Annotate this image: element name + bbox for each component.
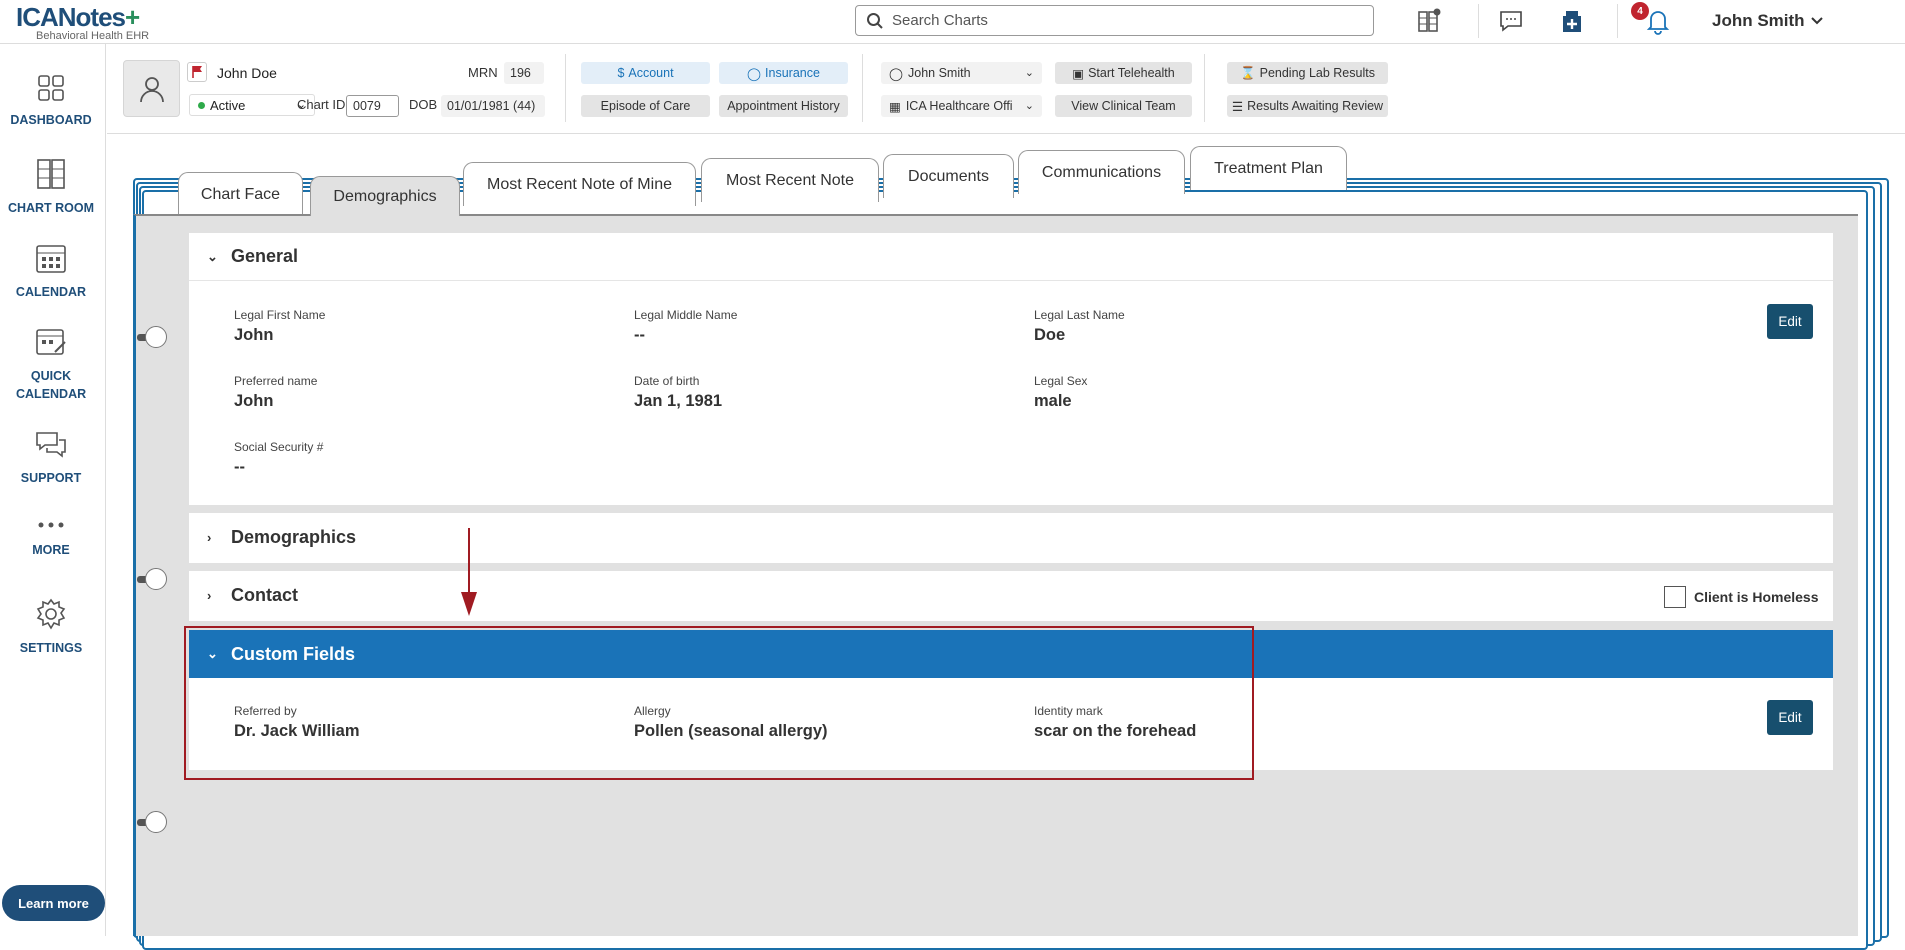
start-telehealth-button[interactable]: ▣ Start Telehealth — [1055, 62, 1192, 84]
checkbox[interactable] — [1664, 586, 1686, 608]
sidebar-item-dashboard[interactable]: DASHBOARD — [0, 74, 102, 129]
annotation-highlight-box — [184, 626, 1254, 780]
patient-header: John Doe Active ⌄ MRN 196 Chart ID 0079 … — [107, 44, 1905, 134]
edit-general-button[interactable]: Edit — [1767, 304, 1813, 339]
flag-icon[interactable] — [187, 62, 207, 82]
app-logo[interactable]: ICANotes+ Behavioral Health EHR — [16, 4, 149, 42]
bell-icon[interactable] — [1643, 6, 1673, 36]
binder-ring — [137, 810, 167, 834]
person-icon: ◯ — [889, 66, 903, 81]
tab-documents[interactable]: Documents — [883, 154, 1014, 198]
section-general-header[interactable]: ⌄ General — [189, 233, 1833, 281]
user-menu[interactable]: John Smith — [1712, 11, 1823, 31]
messages-icon[interactable] — [1496, 6, 1526, 36]
section-contact: › Contact — [189, 571, 1833, 621]
appointment-history-button[interactable]: Appointment History — [719, 95, 848, 117]
sidebar: DASHBOARD CHART ROOM CALENDAR QUICK CALE… — [0, 44, 106, 936]
chevron-right-icon: › — [207, 529, 212, 545]
dashboard-icon — [38, 75, 64, 101]
section-general: ⌄ General Legal First Name John Legal Mid… — [189, 233, 1833, 505]
tab-chart-face[interactable]: Chart Face — [178, 172, 303, 216]
building-icon: ▦ — [889, 99, 901, 114]
chart-cabinet-icon[interactable] — [1414, 6, 1444, 36]
logo-subtitle: Behavioral Health EHR — [36, 30, 150, 42]
search-icon — [867, 12, 883, 29]
hourglass-icon: ⌛ — [1240, 65, 1256, 80]
tab-communications[interactable]: Communications — [1018, 150, 1185, 194]
office-dropdown[interactable]: ▦ ICA Healthcare Offi ⌄ — [881, 95, 1042, 117]
sidebar-item-chart-room[interactable]: CHART ROOM — [0, 158, 102, 217]
support-icon — [36, 432, 66, 458]
video-icon: ▣ — [1072, 66, 1085, 81]
tab-treatment-plan[interactable]: Treatment Plan — [1190, 146, 1347, 190]
insurance-button[interactable]: ◯ Insurance — [719, 62, 848, 84]
patient-name[interactable]: John Doe — [217, 65, 277, 81]
section-contact-header[interactable]: › Contact — [189, 571, 1833, 619]
quick-calendar-icon — [36, 329, 66, 355]
sidebar-item-quick-calendar[interactable]: QUICK CALENDAR — [0, 326, 102, 403]
dollar-icon: $ — [617, 66, 625, 80]
sidebar-item-support[interactable]: SUPPORT — [0, 430, 102, 487]
list-icon: ☰ — [1231, 99, 1244, 114]
field-date-of-birth: Date of birth Jan 1, 1981 — [634, 374, 723, 410]
binder-ring — [137, 325, 167, 349]
top-bar: ICANotes+ Behavioral Health EHR Search C… — [0, 0, 1905, 44]
chevron-right-icon: › — [207, 587, 212, 603]
account-button[interactable]: $ Account — [581, 62, 710, 84]
prescription-icon[interactable] — [1557, 6, 1587, 36]
field-legal-last-name: Legal Last Name Doe — [1034, 308, 1125, 344]
field-legal-middle-name: Legal Middle Name -- — [634, 308, 738, 344]
calendar-icon — [36, 245, 66, 273]
sidebar-item-settings[interactable]: SETTINGS — [0, 598, 102, 657]
mrn-value: 196 — [504, 62, 544, 84]
field-legal-sex: Legal Sex male — [1034, 374, 1088, 410]
user-icon — [139, 76, 164, 102]
chart-id-label: Chart ID — [297, 97, 346, 112]
mrn-label: MRN — [468, 65, 498, 80]
tab-most-recent-note-of-mine[interactable]: Most Recent Note of Mine — [463, 162, 696, 206]
field-preferred-name: Preferred name John — [234, 374, 318, 410]
dob-value: 01/01/1981 (44) — [441, 95, 545, 117]
episode-of-care-button[interactable]: Episode of Care — [581, 95, 710, 117]
learn-more-button[interactable]: Learn more — [2, 885, 105, 921]
chart-id-field[interactable]: 0079 — [346, 95, 399, 117]
sidebar-item-calendar[interactable]: CALENDAR — [0, 242, 102, 301]
edit-custom-fields-button[interactable]: Edit — [1767, 700, 1813, 735]
gear-icon — [36, 598, 66, 630]
dob-label: DOB — [409, 97, 438, 112]
chevron-down-icon — [1810, 17, 1823, 25]
search-input[interactable]: Search Charts — [855, 5, 1374, 36]
chart-room-icon — [37, 159, 65, 189]
section-demographics-header[interactable]: › Demographics — [189, 513, 1833, 561]
avatar[interactable] — [123, 60, 180, 117]
annotation-arrow-head — [461, 592, 477, 616]
status-dot — [198, 101, 205, 109]
pending-lab-results-button[interactable]: ⌛ Pending Lab Results — [1227, 62, 1388, 84]
field-legal-first-name: Legal First Name John — [234, 308, 326, 344]
more-icon — [38, 522, 64, 528]
sidebar-item-more[interactable]: MORE — [0, 518, 102, 559]
field-social-security: Social Security # -- — [234, 440, 324, 476]
section-demographics: › Demographics — [189, 513, 1833, 563]
view-clinical-team-button[interactable]: View Clinical Team — [1055, 95, 1192, 117]
search-placeholder: Search Charts — [892, 12, 988, 29]
tab-demographics[interactable]: Demographics — [310, 176, 460, 216]
annotation-arrow — [468, 528, 470, 594]
shield-icon: ◯ — [747, 66, 762, 81]
binder-ring — [137, 567, 167, 591]
results-awaiting-review-button[interactable]: ☰ Results Awaiting Review — [1227, 95, 1388, 117]
client-is-homeless-checkbox[interactable]: Client is Homeless — [1664, 586, 1819, 608]
chevron-down-icon: ⌄ — [207, 248, 218, 264]
tab-most-recent-note[interactable]: Most Recent Note — [701, 158, 879, 202]
user-name: John Smith — [1712, 11, 1805, 30]
provider-dropdown[interactable]: ◯ John Smith ⌄ — [881, 62, 1042, 84]
